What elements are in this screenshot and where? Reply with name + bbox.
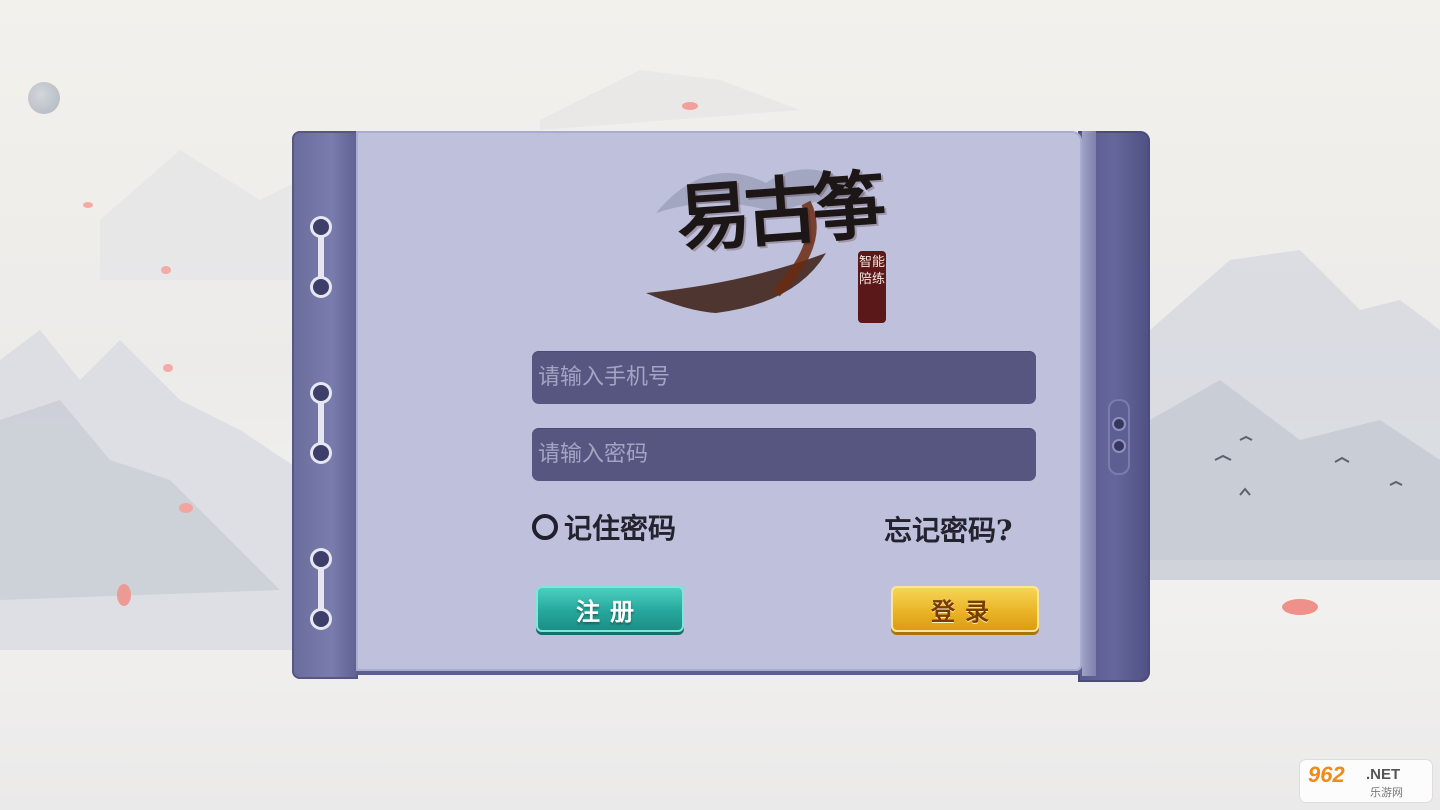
login-button[interactable]: 登录	[891, 586, 1039, 632]
register-button[interactable]: 注册	[536, 586, 684, 632]
forgot-password-link[interactable]: 忘记密码?	[884, 509, 1012, 549]
watermark-brand: 962	[1308, 762, 1345, 787]
login-page: 易古筝 智能陪练 记住密码 忘记密码? 注册 登录	[356, 131, 1082, 671]
logo-seal: 智能陪练	[858, 251, 886, 323]
binding-ring	[313, 219, 329, 295]
password-input[interactable]	[532, 428, 1036, 481]
binding-ring	[313, 385, 329, 461]
phone-field[interactable]	[532, 351, 1036, 404]
phone-input[interactable]	[532, 351, 1036, 404]
password-field[interactable]	[532, 428, 1036, 481]
remember-password-toggle[interactable]: 记住密码	[532, 507, 676, 547]
watermark-domain: .NET	[1366, 766, 1401, 783]
radio-circle-icon[interactable]	[532, 514, 558, 540]
binding-ring	[313, 551, 329, 627]
logo-title: 易古筝	[673, 162, 884, 263]
book-clasp	[1108, 399, 1130, 475]
book-panel: 易古筝 智能陪练 记住密码 忘记密码? 注册 登录	[292, 131, 1150, 682]
remember-password-label: 记住密码	[564, 512, 677, 545]
watermark-subtitle: 乐游网	[1370, 786, 1403, 799]
page-edge	[1082, 131, 1096, 676]
app-logo: 易古筝 智能陪练	[626, 143, 916, 323]
moon	[28, 82, 60, 114]
site-watermark: 962 .NET 乐游网	[1300, 760, 1432, 802]
